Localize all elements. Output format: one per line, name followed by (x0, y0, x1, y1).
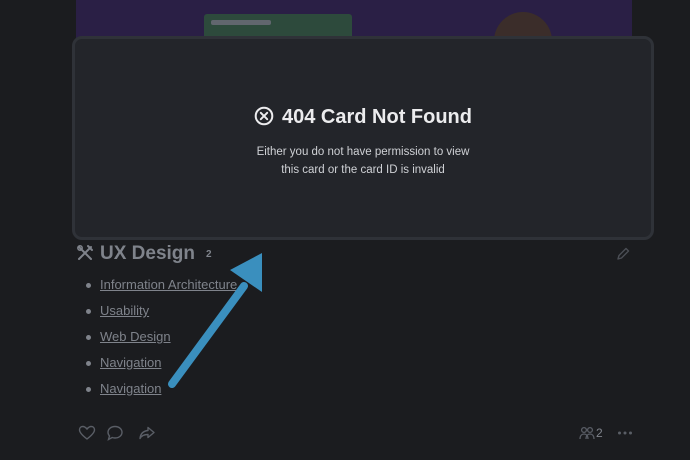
card-item-link[interactable]: Navigation (100, 381, 161, 396)
design-tools-icon (77, 245, 93, 260)
card-item-link[interactable]: Usability (100, 303, 149, 318)
list-item: Navigation (86, 352, 237, 378)
list-item: Usability (86, 300, 237, 326)
card-title: UX Design (100, 243, 196, 264)
cover-image-shape (211, 20, 271, 25)
people-icon (579, 426, 595, 440)
list-item: Information Architecture (86, 274, 237, 300)
card-item-link[interactable]: Web Design (100, 329, 171, 344)
share-icon[interactable] (138, 424, 156, 442)
card-item-link[interactable]: Navigation (100, 355, 161, 370)
card-footer: 2 (76, 424, 636, 442)
error-title: 404 Card Not Found (281, 106, 472, 128)
error-dialog: 404 Card Not Found Either you do not hav… (72, 36, 654, 240)
card-header: UX Design 2 (76, 242, 636, 266)
card-item-list: Information Architecture Usability Web D… (86, 274, 237, 404)
error-title-row: 404 Card Not Found (75, 105, 651, 129)
followers-count: 2 (596, 426, 603, 440)
card-count-badge: 2 (206, 249, 212, 260)
error-message-line: this card or the card ID is invalid (281, 164, 445, 176)
pencil-icon[interactable] (616, 247, 630, 261)
heart-icon[interactable] (78, 424, 96, 442)
x-circle-icon (254, 106, 274, 126)
error-message-line: Either you do not have permission to vie… (256, 146, 470, 158)
card-item-link[interactable]: Information Architecture (100, 277, 237, 292)
comment-icon[interactable] (106, 424, 124, 442)
error-message: Either you do not have permission to vie… (75, 143, 651, 179)
page: UX Design 2 Information Architecture Usa… (0, 0, 690, 460)
list-item: Web Design (86, 326, 237, 352)
more-icon[interactable] (616, 424, 634, 442)
list-item: Navigation (86, 378, 237, 404)
